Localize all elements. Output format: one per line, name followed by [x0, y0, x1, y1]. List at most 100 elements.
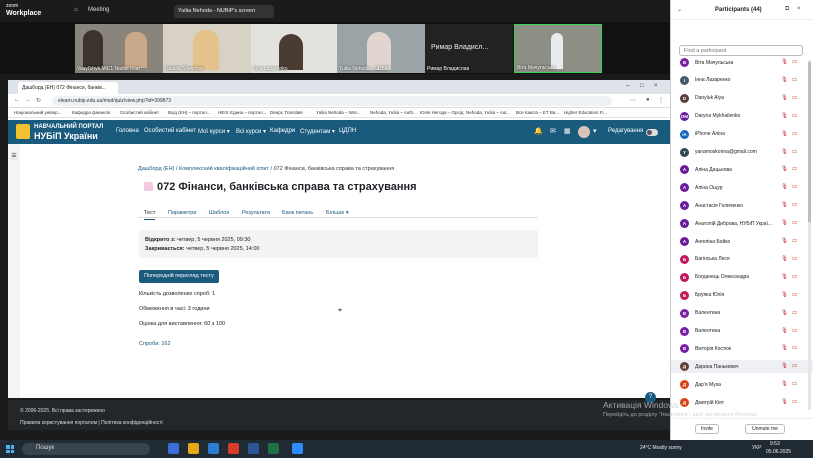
windows-start-icon[interactable] [6, 445, 14, 453]
back-icon[interactable]: ← [14, 97, 20, 103]
meeting-label[interactable]: Meeting [88, 7, 109, 13]
bookmark-item[interactable]: Кафедра фінансів [72, 110, 110, 115]
taskbar-search[interactable]: Пошук [22, 443, 150, 455]
tab-quiz[interactable]: Тест [144, 210, 156, 220]
reload-icon[interactable]: ↻ [36, 97, 41, 104]
bookmark-item[interactable]: Особистий кабінет [120, 110, 159, 115]
site-logo-icon[interactable] [16, 124, 30, 139]
bookmark-item[interactable]: Юлія Негода – Орсід [420, 110, 463, 115]
breadcrumb-item[interactable]: Комплексний кваліфікаційний іспит [179, 166, 269, 172]
participant-row[interactable]: В Віта Мачульська 🎙 ▭ [671, 56, 813, 69]
task-view-icon[interactable] [168, 443, 179, 454]
participant-row[interactable]: D Danyluk Alya 🎙 ▭ [671, 92, 813, 105]
course-index-drawer: ☰ [8, 144, 20, 398]
participant-row[interactable]: В Валентина 🎙 ▭ [671, 307, 813, 320]
bell-icon[interactable]: 🔔 [534, 127, 543, 135]
menu-icon[interactable]: ⋮ [658, 97, 664, 104]
participant-search-input[interactable] [679, 45, 803, 56]
close-icon[interactable]: × [654, 83, 658, 89]
tab-question-bank[interactable]: Банк питань [282, 210, 313, 216]
participant-row[interactable]: А Аліна Ощур 🎙 ▭ [671, 181, 813, 194]
bookmark-item[interactable]: Вхід (ЕН) – портал... [168, 110, 211, 115]
video-tile[interactable]: Inna Lazarenko [251, 24, 337, 73]
drawer-toggle-icon[interactable]: ☰ [10, 152, 18, 160]
excel-icon[interactable] [268, 443, 279, 454]
participant-scrollbar-thumb[interactable] [808, 62, 811, 222]
video-tile-active[interactable]: Віта Мачульська [514, 24, 602, 73]
video-tile[interactable]: Natalia Shevchuk [163, 24, 251, 73]
video-tile[interactable]: Vasyl'chyk MiC1 Nadiia Kiiat [75, 24, 163, 73]
participant-row[interactable]: Д Дар'я Муха 🎙 ▭ [671, 378, 813, 391]
browser-tab[interactable]: Дашборд (ЕН) 072 Фінанси, банків... [18, 82, 118, 94]
word-icon[interactable] [248, 443, 259, 454]
language-indicator[interactable]: УКР [752, 445, 761, 451]
grid-icon[interactable]: ▦ [564, 127, 571, 135]
file-explorer-icon[interactable] [188, 443, 199, 454]
clock-time[interactable]: 9:53 [770, 441, 780, 447]
clock-date[interactable]: 05.06.2025 [766, 449, 791, 455]
participant-row[interactable]: Б Багінська Леся 🎙 ▭ [671, 253, 813, 266]
participant-row[interactable]: Yyanamoskorina@gmail.com 🎙 ▭ [671, 146, 813, 159]
chevron-down-icon[interactable]: ▾ [593, 127, 597, 135]
video-tile[interactable]: Римар Владисл... Римар Владислав [425, 24, 513, 73]
zoom-app-icon[interactable] [292, 443, 303, 454]
bookmark-item[interactable]: Nehoda, Yuliia – Auth... [370, 110, 417, 115]
participant-row[interactable]: А Ангеліна Бойко 🎙 ▭ [671, 235, 813, 248]
breadcrumb-item[interactable]: Дашборд (ЕН) [138, 166, 174, 172]
bookmark-item[interactable]: Все Каюта – ЕТ Ва... [516, 110, 559, 115]
video-tile[interactable]: Yuliia Nehoda - NUBiP [337, 24, 425, 73]
chrome-icon[interactable] [228, 443, 239, 454]
nav-item-cdpn[interactable]: ЦДПН [339, 128, 356, 134]
bookmark-item[interactable]: Higher Education Fi... [564, 110, 607, 115]
participant-row[interactable]: І Інна Лазаренко 🎙 ▭ [671, 74, 813, 87]
participant-row[interactable]: Д Дмитрій Кіят 🎙 ▭ [671, 396, 813, 409]
tab-settings[interactable]: Параметри [168, 210, 196, 216]
video-tile-name: Yuliia Nehoda - NUBiP [339, 66, 390, 72]
participant-row[interactable]: Б Бруяка Юлія 🎙 ▭ [671, 289, 813, 302]
participant-row[interactable]: Б Богданець Олександра 🎙 ▭ [671, 271, 813, 284]
collapse-icon[interactable]: ⌄ [677, 6, 682, 13]
bookmark-item[interactable]: Nehoda, Yuliia – Aut... [466, 110, 510, 115]
nav-item-home[interactable]: Головна [116, 128, 139, 134]
bookmark-item[interactable]: Yuliia Nehoda – Wor... [316, 110, 360, 115]
screen-share-tab[interactable]: Yuliia Nehoda - NUBiP's screen [174, 5, 274, 18]
home-icon[interactable]: ⌂ [74, 7, 78, 13]
tab-results[interactable]: Результати [242, 210, 270, 216]
nav-item-students[interactable]: Студентам ▾ [300, 128, 335, 135]
unmute-button[interactable]: Unmute me [745, 424, 785, 434]
close-panel-icon[interactable]: × [797, 6, 801, 12]
participant-row[interactable]: В Валентина 🎙 ▭ [671, 325, 813, 338]
participant-row[interactable]: А Анатолій Диброва, НУБіП Украї... 🎙 ▭ [671, 217, 813, 230]
forward-icon[interactable]: → [25, 97, 31, 103]
bookmark-item[interactable]: Національний універ... [14, 110, 61, 115]
weather-widget[interactable]: 24°C Mostly sunny [640, 445, 682, 451]
nav-item-all-courses[interactable]: Всі курси ▾ [236, 128, 266, 135]
participant-row[interactable]: DM Daryna Mykhailenko 🎙 ▭ [671, 110, 813, 123]
nav-item-dashboard[interactable]: Особистий кабінет [144, 128, 196, 134]
tab-more[interactable]: Більше ▾ [326, 210, 349, 216]
participant-row[interactable]: Д Дарина Панькевич 🎙 ▭ [671, 360, 813, 374]
preview-quiz-button[interactable]: Попередній перегляд тесту [139, 270, 219, 283]
tab-template[interactable]: Шаблон [209, 210, 229, 216]
minimize-icon[interactable]: – [626, 83, 629, 89]
extensions-icon[interactable]: ⋯ [630, 97, 636, 104]
participant-row[interactable]: А Анастасія Голиченко 🎙 ▭ [671, 199, 813, 212]
footer-links[interactable]: Правила користування порталом | Політика… [20, 420, 163, 426]
nav-item-my-courses[interactable]: Мої курси ▾ [198, 128, 230, 135]
invite-button[interactable]: Invite [695, 424, 719, 434]
participant-row[interactable]: В Вікторія Костюк 🎙 ▭ [671, 342, 813, 355]
profile-icon[interactable]: ● [646, 97, 650, 103]
url-field[interactable]: elearn.nubip.edu.ua/mod/quiz/view.php?id… [52, 96, 612, 106]
maximize-icon[interactable]: □ [640, 83, 644, 89]
nav-item-departments[interactable]: Кафедри [270, 128, 295, 134]
attempts-link[interactable]: Спроби: 162 [139, 341, 171, 347]
participant-row[interactable]: А Аліна Дацьнова 🎙 ▭ [671, 163, 813, 176]
bookmark-item[interactable]: HEIS Єдина – портал... [218, 110, 266, 115]
edge-icon[interactable] [208, 443, 219, 454]
user-avatar[interactable] [578, 126, 590, 138]
chat-icon[interactable]: ✉ [550, 127, 556, 135]
bookmark-item[interactable]: DeepL Translate [270, 110, 303, 115]
participant-row[interactable]: iA iPhone Аліна 🎙 ▭ [671, 128, 813, 141]
popout-icon[interactable]: ⧉ [785, 6, 789, 13]
edit-mode-toggle[interactable] [646, 129, 658, 136]
